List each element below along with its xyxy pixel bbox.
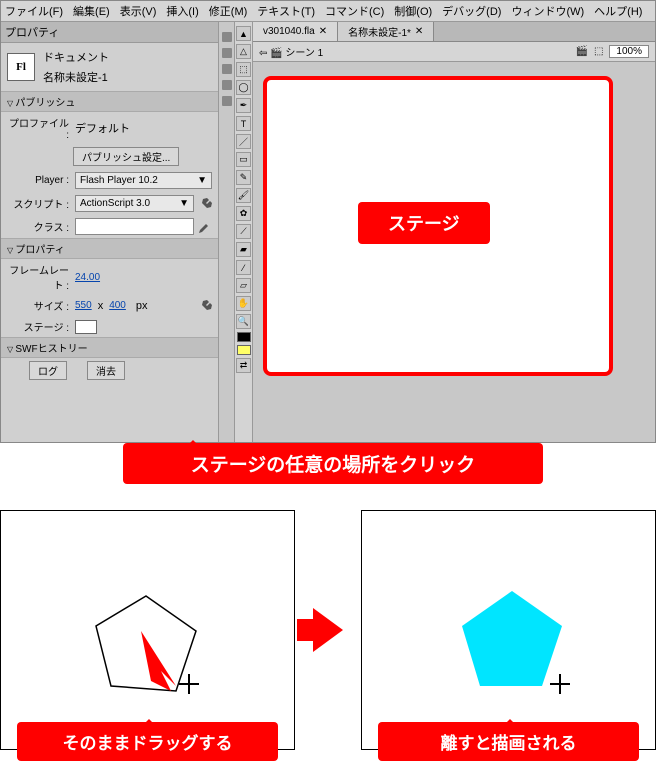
- publish-settings-button[interactable]: パブリッシュ設定...: [73, 147, 179, 166]
- callout-step2: 離すと描画される: [378, 722, 639, 761]
- deco-tool-icon[interactable]: ✿: [236, 206, 251, 221]
- player-select[interactable]: Flash Player 10.2▼: [75, 172, 212, 189]
- collapsed-panel-strip: [219, 22, 235, 442]
- pen-tool-icon[interactable]: ✒: [236, 98, 251, 113]
- menu-control[interactable]: 制御(O): [394, 3, 432, 19]
- panel-icon[interactable]: [222, 96, 232, 106]
- menu-text[interactable]: テキスト(T): [257, 3, 315, 19]
- menu-modify[interactable]: 修正(M): [209, 3, 248, 19]
- back-icon[interactable]: ⇦: [259, 48, 267, 59]
- step2-box: 離すと描画される: [361, 510, 656, 750]
- edit-scene-icon[interactable]: 🎬: [576, 46, 588, 57]
- log-button[interactable]: ログ: [29, 361, 67, 380]
- fps-label: フレームレート :: [7, 262, 69, 292]
- size-x: x: [98, 300, 104, 312]
- close-icon[interactable]: ✕: [415, 26, 423, 37]
- clear-button[interactable]: 消去: [87, 361, 125, 380]
- text-tool-icon[interactable]: T: [236, 116, 251, 131]
- edit-symbol-icon[interactable]: ⬚: [594, 46, 603, 57]
- step1-box: そのままドラッグする: [0, 510, 295, 750]
- flash-app-window: ファイル(F) 編集(E) 表示(V) 挿入(I) 修正(M) テキスト(T) …: [0, 0, 656, 443]
- menu-debug[interactable]: デバッグ(D): [442, 3, 501, 19]
- doc-tab-active[interactable]: 名称未設定-1*✕: [338, 22, 434, 41]
- properties-panel: プロパティ Fl ドキュメント 名称未設定-1 パブリッシュ プロファイル : …: [1, 22, 219, 442]
- canvas-area: v301040.fla✕ 名称未設定-1*✕ ⇦ 🎬 シーン 1 🎬 ⬚ 100…: [253, 22, 655, 442]
- menu-window[interactable]: ウィンドウ(W): [511, 3, 584, 19]
- eraser-tool-icon[interactable]: ▱: [236, 278, 251, 293]
- selection-tool-icon[interactable]: ▲: [236, 26, 251, 41]
- menu-view[interactable]: 表示(V): [120, 3, 157, 19]
- zoom-field[interactable]: 100%: [609, 45, 649, 58]
- stage-annotation-label: ステージ: [358, 202, 490, 244]
- script-select[interactable]: ActionScript 3.0▼: [75, 195, 194, 212]
- tools-panel: ▲ △ ⬚ ◯ ✒ T ／ ▭ ✎ 🖌 ✿ ⟋ ▰ ⁄ ▱ ✋ 🔍 ⇄: [235, 22, 253, 442]
- profile-label: プロファイル :: [7, 115, 69, 141]
- profile-value: デフォルト: [75, 120, 130, 136]
- hand-tool-icon[interactable]: ✋: [236, 296, 251, 311]
- lasso-tool-icon[interactable]: ◯: [236, 80, 251, 95]
- document-type-label: ドキュメント: [43, 49, 109, 65]
- menu-help[interactable]: ヘルプ(H): [594, 3, 642, 19]
- pencil-tool-icon[interactable]: ✎: [236, 170, 251, 185]
- menu-file[interactable]: ファイル(F): [5, 3, 63, 19]
- stage-color-label: ステージ :: [7, 319, 69, 334]
- swap-colors-icon[interactable]: ⇄: [236, 358, 251, 373]
- panel-icon[interactable]: [222, 32, 232, 42]
- height-value[interactable]: 400: [109, 300, 126, 311]
- document-header: Fl ドキュメント 名称未設定-1: [1, 43, 218, 91]
- menu-edit[interactable]: 編集(E): [73, 3, 110, 19]
- menu-commands[interactable]: コマンド(C): [325, 3, 384, 19]
- size-unit: px: [136, 300, 148, 312]
- document-name-label: 名称未設定-1: [43, 69, 109, 85]
- panel-icon[interactable]: [222, 64, 232, 74]
- script-label: スクリプト :: [7, 196, 69, 211]
- stage-color-swatch[interactable]: [75, 320, 97, 334]
- wrench-icon[interactable]: [198, 197, 212, 211]
- class-label: クラス :: [7, 219, 69, 234]
- pencil-icon[interactable]: [198, 220, 212, 234]
- section-history[interactable]: SWFヒストリー: [1, 337, 218, 358]
- section-publish[interactable]: パブリッシュ: [1, 91, 218, 112]
- menubar: ファイル(F) 編集(E) 表示(V) 挿入(I) 修正(M) テキスト(T) …: [1, 1, 655, 22]
- wrench-icon[interactable]: [198, 299, 212, 313]
- scene-name[interactable]: シーン 1: [285, 48, 323, 59]
- menu-insert[interactable]: 挿入(I): [166, 3, 198, 19]
- close-icon[interactable]: ✕: [319, 26, 327, 37]
- panel-icon[interactable]: [222, 48, 232, 58]
- fill-color-swatch[interactable]: [237, 345, 251, 355]
- dropdown-icon: ▼: [179, 198, 189, 209]
- flash-document-icon: Fl: [7, 53, 35, 81]
- free-transform-tool-icon[interactable]: ⬚: [236, 62, 251, 77]
- brush-tool-icon[interactable]: 🖌: [236, 188, 251, 203]
- scene-icon: 🎬: [270, 48, 282, 59]
- zoom-tool-icon[interactable]: 🔍: [236, 314, 251, 329]
- bone-tool-icon[interactable]: ⟋: [236, 224, 251, 239]
- eyedropper-tool-icon[interactable]: ⁄: [236, 260, 251, 275]
- main-area: プロパティ Fl ドキュメント 名称未設定-1 パブリッシュ プロファイル : …: [1, 22, 655, 442]
- stage-container: ステージ: [253, 62, 655, 442]
- class-input[interactable]: [75, 218, 194, 235]
- rectangle-tool-icon[interactable]: ▭: [236, 152, 251, 167]
- step-row: そのままドラッグする 離すと描画される: [0, 510, 656, 750]
- panel-icon[interactable]: [222, 80, 232, 90]
- callout-step1: そのままドラッグする: [17, 722, 278, 761]
- callout-click-stage: ステージの任意の場所をクリック: [123, 443, 543, 484]
- fps-value[interactable]: 24.00: [75, 272, 100, 283]
- line-tool-icon[interactable]: ／: [236, 134, 251, 149]
- section-properties[interactable]: プロパティ: [1, 238, 218, 259]
- width-value[interactable]: 550: [75, 300, 92, 311]
- document-tabs: v301040.fla✕ 名称未設定-1*✕: [253, 22, 655, 42]
- doc-tab[interactable]: v301040.fla✕: [253, 22, 338, 41]
- player-label: Player :: [7, 175, 69, 186]
- panel-tab-properties[interactable]: プロパティ: [1, 22, 218, 43]
- subselection-tool-icon[interactable]: △: [236, 44, 251, 59]
- stroke-color-swatch[interactable]: [237, 332, 251, 342]
- paint-bucket-tool-icon[interactable]: ▰: [236, 242, 251, 257]
- size-label: サイズ :: [7, 298, 69, 313]
- arrow-right-icon: [313, 608, 343, 652]
- dropdown-icon: ▼: [197, 175, 207, 186]
- scene-bar: ⇦ 🎬 シーン 1 🎬 ⬚ 100%: [253, 42, 655, 62]
